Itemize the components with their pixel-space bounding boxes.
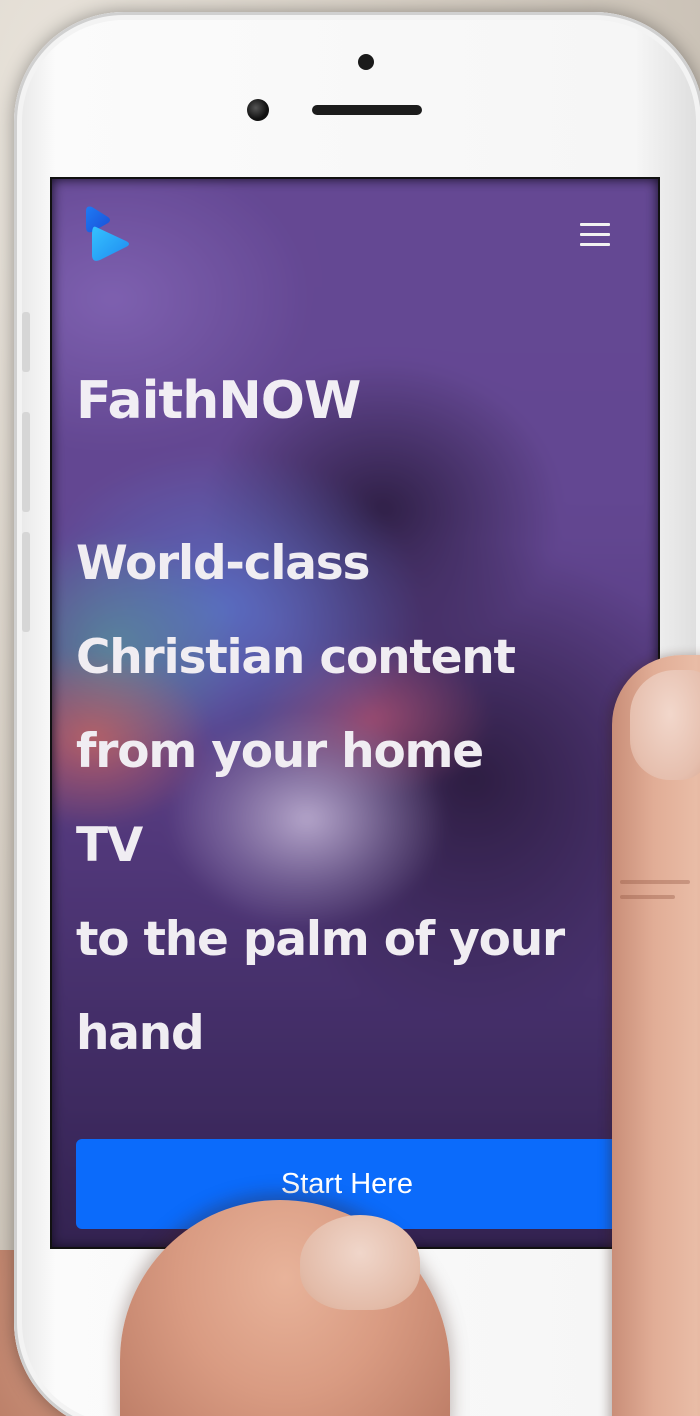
volume-down-button: [22, 532, 30, 632]
headline-line: from your home: [76, 724, 484, 779]
play-arrow-logo-icon[interactable]: [82, 205, 132, 261]
headline-line: hand: [76, 1006, 205, 1061]
earpiece-speaker: [312, 105, 422, 115]
finger-crease: [620, 880, 690, 884]
mute-switch: [22, 312, 30, 372]
headline-line: Christian content: [76, 630, 516, 685]
front-camera: [247, 99, 269, 121]
thumb-nail: [300, 1215, 420, 1310]
hero-headline: World-class Christian content from your …: [76, 517, 646, 1081]
phone-screen: FaithNOW World-class Christian content f…: [50, 177, 660, 1249]
brand-title: FaithNOW: [76, 371, 361, 431]
hamburger-menu-icon[interactable]: [578, 221, 612, 249]
headline-line: TV: [76, 818, 143, 873]
headline-line: World-class: [76, 536, 371, 591]
volume-up-button: [22, 412, 30, 512]
headline-line: to the palm of your: [76, 912, 565, 967]
photo-scene: FaithNOW World-class Christian content f…: [0, 0, 700, 1416]
proximity-sensor: [358, 54, 374, 70]
fingernail: [630, 670, 700, 780]
finger-crease: [620, 895, 675, 899]
